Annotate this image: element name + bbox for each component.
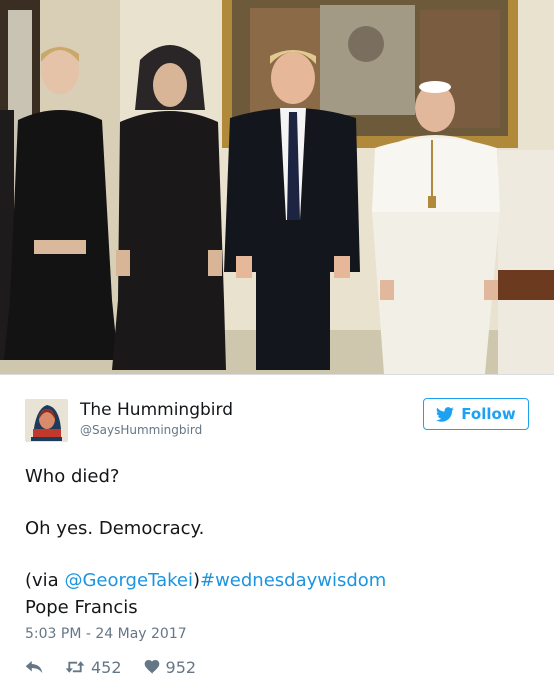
tweet-text-line-4: Pope Francis [25,597,138,618]
tweet-text-line-3: (via @GeorgeTakei)#wednesdaywisdom [25,570,525,592]
mention-link[interactable]: @GeorgeTakei [64,570,193,591]
reply-icon [25,661,43,673]
follow-button[interactable]: Follow [423,398,529,430]
twitter-bird-icon [436,406,455,422]
tweet-card: The Hummingbird @SaysHummingbird Follow … [0,375,554,700]
heart-icon [144,660,159,674]
retweet-icon [65,661,85,673]
like-button[interactable]: 952 [144,657,197,677]
hashtag-link[interactable]: #wednesdaywisdom [200,570,386,591]
author-handle[interactable]: @SaysHummingbird [80,423,202,437]
tweet-timestamp[interactable]: 5:03 PM - 24 May 2017 [25,626,187,642]
reply-button[interactable] [25,660,43,674]
follow-label: Follow [461,405,516,423]
photo-illustration [0,0,554,374]
via-open-text: (via [25,570,65,591]
tweet-actions: 452 952 [25,655,196,679]
retweet-count: 452 [91,657,122,677]
tweet-photo[interactable] [0,0,554,374]
avatar-image [25,399,68,442]
tweet-text-line-1: Who died? [25,466,120,487]
avatar[interactable] [25,399,68,442]
tweet-text-line-2: Oh yes. Democracy. [25,518,205,539]
via-close-text: ) [192,570,200,591]
author-name[interactable]: The Hummingbird [80,400,233,420]
like-count: 952 [165,657,197,677]
retweet-button[interactable]: 452 [65,658,122,677]
